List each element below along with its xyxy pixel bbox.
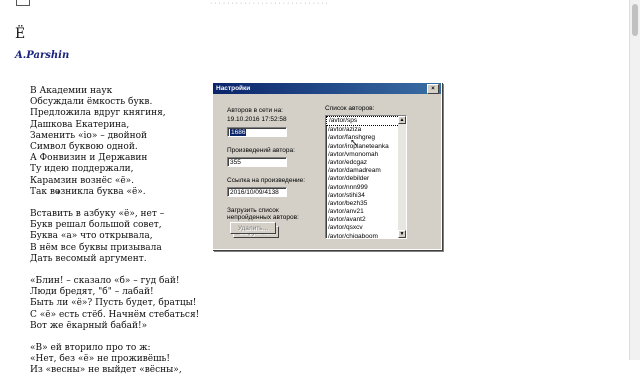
page-scrollbar[interactable] — [629, 0, 640, 360]
poem-line: Предложила вдруг княгиня, — [30, 108, 166, 119]
dialog-title: Настройки — [216, 85, 251, 92]
author-list-item[interactable]: /avtor/iroplaneteanka — [326, 143, 406, 151]
poem-stanza: Вставить в азбуку «ё», нет – Букв решал б… — [30, 209, 220, 265]
author-list-item[interactable]: /avtor/avant2 — [326, 216, 406, 224]
mouse-cursor-icon: ↖ — [350, 138, 359, 149]
poem-line: Заменить «io» – двойной — [30, 130, 148, 141]
poem-line: В Академии наук — [30, 86, 113, 96]
works-label: Произведений автора: — [227, 147, 295, 154]
poem-line: Из «весны» не выйдет «вёсны», — [30, 365, 182, 376]
authors-list-label: Список авторов: — [325, 105, 375, 112]
stanza-separator: * — [56, 190, 61, 200]
author-list-item[interactable]: /avtor/qsxcv — [326, 224, 406, 232]
authors-online-field[interactable]: 1686 — [227, 127, 287, 137]
authors-list: /avtor/sps/avtor/aziza/avtor/fanshgreg/a… — [326, 116, 406, 238]
load-label-line1: Загрузить список — [227, 207, 279, 214]
scroll-up-icon[interactable]: ▲ — [398, 116, 406, 124]
author-list-item[interactable]: /avtor/damadream — [326, 167, 406, 175]
checkbox[interactable] — [16, 0, 30, 6]
top-strip: · · · · · · · · · · · · · · · · · · · · … — [0, 0, 640, 8]
scrollbar-thumb[interactable] — [632, 4, 638, 36]
poem-line: Быть ли «ё»? Пусть будет, братцы! — [30, 298, 197, 309]
poem-line: Буква «а» что открывала, — [30, 231, 153, 242]
author-list-item[interactable]: /avtor/anv21 — [326, 208, 406, 216]
author-list-item[interactable]: /avtor/bezh35 — [326, 200, 406, 208]
poem-line: А Фонвизин и Державин — [30, 153, 148, 164]
author-list-item[interactable]: /avtor/nnn999 — [326, 184, 406, 192]
poem-line: Символ буквою одной. — [30, 142, 138, 153]
poem-line: Дашкова Екатерина, — [30, 119, 130, 130]
poem-stanza: «Блин! – сказало «б» – гуд бай! Люди бред… — [30, 276, 220, 332]
close-icon[interactable]: × — [427, 84, 439, 94]
poem-line: Букв решал большой совет, — [30, 220, 162, 231]
top-faint-text: · · · · · · · · · · · · · · · · · · · · … — [210, 0, 328, 7]
poem-line: Люди бредят, "б" – лабай! — [30, 287, 154, 298]
author-list-item[interactable]: /avtor/debilder — [326, 175, 406, 183]
author-list-item[interactable]: /avtor/stihi34 — [326, 192, 406, 200]
poem-line: «В» ей вторило про то ж: — [30, 343, 151, 354]
works-field[interactable]: 355 — [227, 157, 287, 167]
delete-button[interactable]: Удалить... — [230, 222, 276, 234]
author-list-item[interactable]: /avtor/sps — [326, 116, 406, 127]
link-label: Ссылка на произведение: — [227, 177, 306, 184]
poem-line: Дать весомый аргумент. — [30, 253, 147, 264]
datetime-text: 19.10.2016 17:52:58 — [227, 116, 287, 123]
page-title: Ё — [15, 26, 26, 42]
author-list-item[interactable]: /avtor/fanshgreg — [326, 134, 406, 142]
authors-online-value: 1686 — [230, 129, 247, 136]
authors-listbox[interactable]: /avtor/sps/avtor/aziza/avtor/fanshgreg/a… — [325, 115, 407, 239]
listbox-scrollbar[interactable]: ▲ ▼ — [398, 116, 406, 238]
dialog-titlebar[interactable]: Настройки × — [213, 83, 441, 94]
poem-line: Обсуждали ёмкость букв. — [30, 97, 153, 108]
poem-line: Вставить в азбуку «ё», нет – — [30, 209, 165, 220]
poem-line: С «ё» есть стёб. Начнём стебаться! — [30, 309, 200, 320]
link-field[interactable]: 2016/10/09/4138 — [227, 187, 287, 197]
poem-line: Карамзин вознёс «ё». — [30, 175, 135, 186]
author-link[interactable]: A.Parshin — [15, 50, 69, 61]
author-list-item[interactable]: /avtor/edcgaz — [326, 159, 406, 167]
poem-line: В нём все буквы призывала — [30, 242, 162, 253]
author-list-item[interactable]: /avtor/chigaboom — [326, 233, 406, 238]
poem-line: Вот же ёкарный бабай!» — [30, 320, 148, 331]
poem-line: «Блин! – сказало «б» – гуд бай! — [30, 276, 180, 287]
authors-online-label: Авторов в сети на: — [227, 107, 283, 114]
scroll-down-icon[interactable]: ▼ — [398, 230, 406, 238]
poem-stanza: В Академии наук Обсуждали ёмкость букв. Пр… — [30, 86, 220, 198]
author-list-item[interactable]: /avtor/vmonomah — [326, 151, 406, 159]
load-label-line2: непройденных авторов: — [227, 214, 299, 221]
author-list-item[interactable]: /avtor/aziza — [326, 126, 406, 134]
poem-line: Ту идею поддержали, — [30, 164, 134, 175]
poem-text: В Академии наук Обсуждали ёмкость букв. Пр… — [30, 86, 220, 388]
